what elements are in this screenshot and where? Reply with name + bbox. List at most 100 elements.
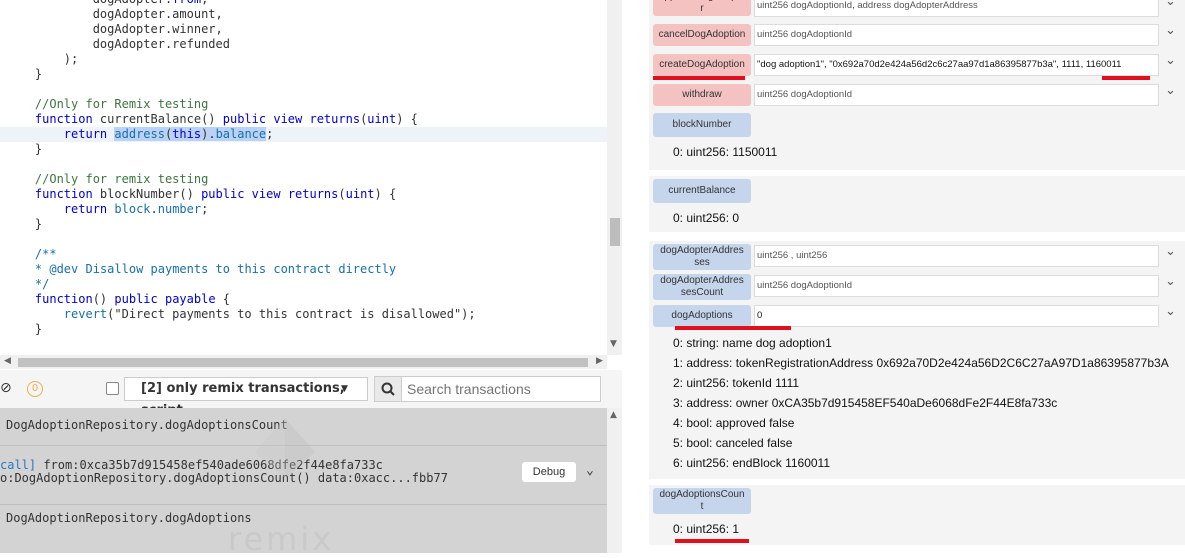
- approve-dog-adopter-button[interactable]: approveDogAdopte r: [653, 0, 751, 16]
- log-entry: DogAdoptionRepository.dogAdoptions: [6, 511, 252, 525]
- caret-down-icon: ▼: [341, 384, 348, 394]
- block-number-button[interactable]: blockNumber: [653, 113, 751, 137]
- dog-adoptions-count-card: dogAdoptionsCoun t 0: uint256: 1: [649, 485, 1185, 545]
- scroll-down-arrow-icon[interactable]: ▼: [610, 339, 617, 349]
- log-divider: [0, 504, 607, 505]
- dog-adopter-addresses-count-button[interactable]: dogAdopterAddres sesCount: [653, 274, 751, 300]
- listen-network-checkbox[interactable]: [106, 382, 119, 395]
- clear-console-icon[interactable]: ⊘: [0, 380, 12, 396]
- chevron-down-icon[interactable]: ⌄: [1165, 0, 1176, 9]
- dog-adoptions-button[interactable]: dogAdoptions: [653, 305, 751, 327]
- code-line[interactable]: );: [0, 52, 607, 67]
- cancel-dog-adoption-button[interactable]: cancelDogAdoption: [653, 24, 751, 46]
- dog-adoptions-output-4: 4: bool: approved false: [673, 416, 795, 430]
- code-line[interactable]: return block.number;: [0, 202, 607, 217]
- code-line[interactable]: return address(this).balance;: [0, 127, 607, 142]
- dog-adopter-addresses-input[interactable]: uint256 , uint256: [754, 245, 1159, 267]
- code-line[interactable]: [0, 82, 607, 97]
- create-dog-adoption-button[interactable]: createDogAdoption: [653, 54, 751, 76]
- pending-transactions-badge[interactable]: 0: [27, 381, 43, 397]
- dog-adoptions-output-0: 0: string: name dog adoption1: [673, 336, 832, 350]
- chevron-down-icon[interactable]: ⌄: [1165, 304, 1176, 319]
- code-line[interactable]: dogAdopter.winner,: [0, 22, 607, 37]
- dog-adoptions-output-2: 2: uint256: tokenId 1111: [673, 376, 800, 390]
- log-entry: call] from:0xca35b7d915458ef540ade6068df…: [0, 458, 383, 472]
- search-icon[interactable]: [375, 377, 402, 401]
- dog-adoptions-output-3: 3: address: owner 0xCA35b7d915458EF540aD…: [673, 396, 1058, 410]
- chevron-down-icon[interactable]: ⌄: [1165, 274, 1176, 289]
- call-tag: call]: [0, 458, 37, 472]
- transact-functions-card: approveDogAdopte r uint256 dogAdoptionId…: [649, 0, 1185, 110]
- annotation-underline: [675, 539, 749, 543]
- log-entry: DogAdoptionRepository.dogAdoptionsCount: [6, 418, 288, 432]
- scrollbar-thumb[interactable]: [18, 358, 588, 367]
- scroll-right-arrow-icon[interactable]: ▶: [596, 356, 603, 366]
- code-line[interactable]: [0, 232, 607, 247]
- code-line[interactable]: }: [0, 142, 607, 157]
- withdraw-input[interactable]: uint256 dogAdoptionId: [754, 84, 1159, 106]
- dog-adoptions-output-5: 5: bool: canceled false: [673, 436, 793, 450]
- code-line[interactable]: function currentBalance() public view re…: [0, 112, 607, 127]
- log-entry-to: o:DogAdoptionRepository.dogAdoptionsCoun…: [0, 471, 448, 485]
- code-line[interactable]: dogAdopter.amount,: [0, 7, 607, 22]
- from-address: from:0xca35b7d915458ef540ade6068dfe2f44e…: [36, 458, 383, 472]
- scrollbar-thumb[interactable]: [610, 218, 620, 246]
- dog-adoptions-count-button[interactable]: dogAdoptionsCoun t: [653, 488, 751, 514]
- code-line[interactable]: dogAdopter.from,: [0, 0, 607, 7]
- editor-horizontal-scrollbar[interactable]: ◀ ▶: [0, 355, 607, 369]
- annotation-underline: [675, 326, 791, 330]
- dog-adopter-addresses-count-input[interactable]: uint256 dogAdoptionId: [754, 275, 1159, 297]
- debug-button[interactable]: Debug: [522, 462, 576, 482]
- transaction-filter-dropdown[interactable]: [2] only remix transactions, script ▼: [124, 377, 368, 418]
- code-line[interactable]: function blockNumber() public view retur…: [0, 187, 607, 202]
- code-line[interactable]: }: [0, 67, 607, 82]
- approve-dog-adopter-input[interactable]: uint256 dogAdoptionId, address dogAdopte…: [754, 0, 1159, 17]
- create-dog-adoption-input[interactable]: "dog adoption1", "0x692a70d2e424a56d2c6c…: [754, 54, 1159, 76]
- code-line[interactable]: /**: [0, 247, 607, 262]
- scroll-left-arrow-icon[interactable]: ◀: [4, 356, 11, 366]
- chevron-down-icon[interactable]: ⌄: [1165, 53, 1176, 68]
- dog-adopter-addresses-button[interactable]: dogAdopterAddres ses: [653, 244, 751, 270]
- code-line[interactable]: function() public payable {: [0, 292, 607, 307]
- dog-adoptions-output-6: 6: uint256: endBlock 1160011: [673, 456, 831, 470]
- scroll-up-arrow-icon[interactable]: ▲: [610, 410, 617, 420]
- code-line[interactable]: */: [0, 277, 607, 292]
- chevron-down-icon[interactable]: ⌄: [1165, 244, 1176, 259]
- code-line[interactable]: //Only for remix testing: [0, 172, 607, 187]
- code-line[interactable]: }: [0, 322, 607, 337]
- terminal-scrollbar[interactable]: ▲: [607, 408, 622, 553]
- code-editor[interactable]: dogAdopter.from, dogAdopter.amount, dogA…: [0, 0, 622, 355]
- dog-adoptions-count-output: 0: uint256: 1: [673, 522, 740, 536]
- dog-adoptions-output-1: 1: address: tokenRegistrationAddress 0x6…: [673, 356, 1169, 370]
- dog-adoptions-input[interactable]: 0: [754, 305, 1159, 327]
- code-area[interactable]: dogAdopter.from, dogAdopter.amount, dogA…: [0, 0, 607, 338]
- current-balance-button[interactable]: currentBalance: [653, 179, 751, 203]
- search-input[interactable]: [405, 379, 597, 399]
- current-balance-card: currentBalance 0: uint256: 0: [649, 176, 1185, 232]
- terminal-toolbar: ⊘ 0 [2] only remix transactions, script …: [0, 370, 622, 418]
- dog-adopter-card: dogAdopterAddres ses uint256 , uint256 ⌄…: [649, 241, 1185, 479]
- search-transactions: [374, 376, 601, 402]
- chevron-down-icon[interactable]: ⌄: [1165, 23, 1176, 38]
- block-number-card: blockNumber 0: uint256: 1150011: [649, 110, 1185, 170]
- code-line[interactable]: revert("Direct payments to this contract…: [0, 307, 607, 322]
- editor-vertical-scrollbar[interactable]: ▼: [607, 0, 622, 355]
- button-label: dogAdoptionsCoun t: [659, 489, 745, 512]
- withdraw-button[interactable]: withdraw: [653, 84, 751, 106]
- current-balance-output: 0: uint256: 0: [673, 211, 740, 225]
- remix-watermark: remix: [228, 520, 335, 558]
- annotation-underline: [653, 76, 745, 80]
- code-line[interactable]: [0, 157, 607, 172]
- code-line[interactable]: }: [0, 217, 607, 232]
- code-line[interactable]: * @dev Disallow payments to this contrac…: [0, 262, 607, 277]
- annotation-underline: [1102, 76, 1150, 80]
- cancel-dog-adoption-input[interactable]: uint256 dogAdoptionId: [754, 24, 1159, 46]
- block-number-output: 0: uint256: 1150011: [673, 145, 778, 159]
- run-tab-contract-functions: approveDogAdopte r uint256 dogAdoptionId…: [637, 0, 1185, 553]
- button-label: dogAdopterAddres ses: [660, 245, 744, 268]
- code-line[interactable]: dogAdopter.refunded: [0, 37, 607, 52]
- chevron-down-icon[interactable]: ⌄: [1165, 83, 1176, 98]
- chevron-down-icon[interactable]: ⌄: [586, 463, 594, 478]
- code-line[interactable]: //Only for Remix testing: [0, 97, 607, 112]
- button-label: approveDogAdopte r: [659, 0, 745, 14]
